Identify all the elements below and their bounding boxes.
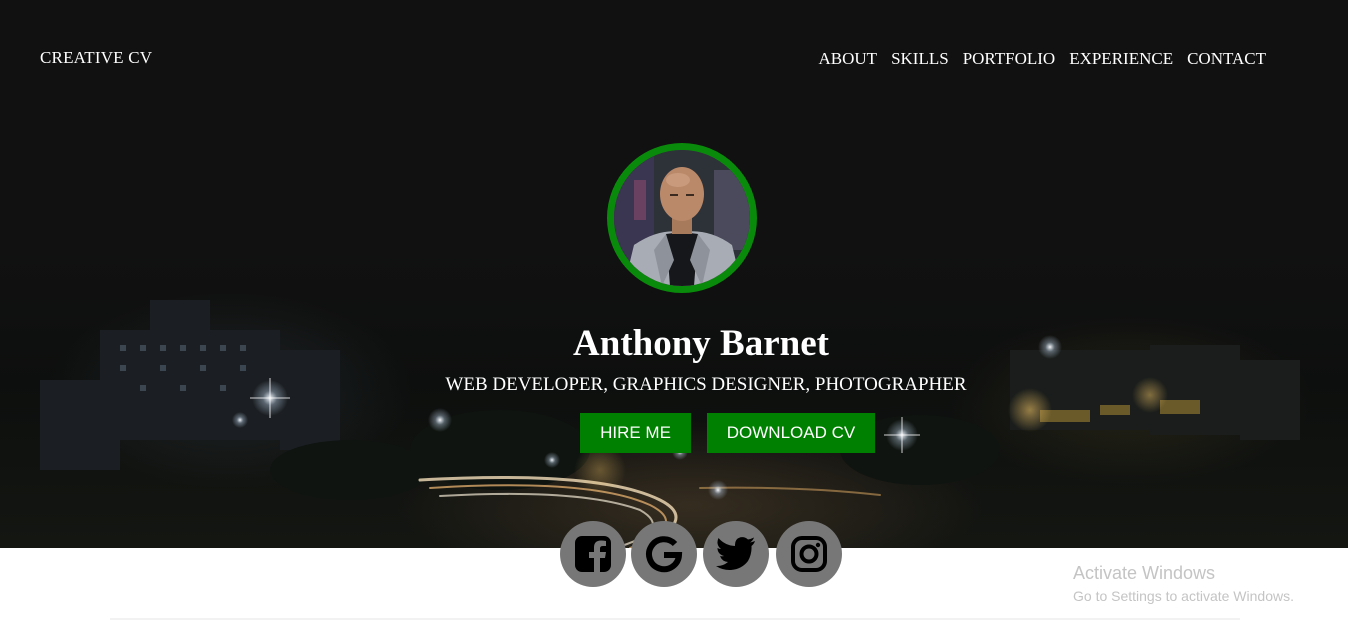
instagram-link[interactable] <box>776 521 842 587</box>
person-name: Anthony Barnet <box>573 323 829 364</box>
profile-photo <box>614 150 750 286</box>
windows-activation-title: Activate Windows <box>1073 563 1216 583</box>
download-cv-button[interactable]: DOWNLOAD CV <box>707 413 875 453</box>
main-nav: ABOUT SKILLS PORTFOLIO EXPERIENCE CONTAC… <box>819 49 1267 69</box>
page: CREATIVE CV ABOUT SKILLS PORTFOLIO EXPER… <box>0 0 1348 621</box>
facebook-icon <box>575 536 611 573</box>
windows-activation-subtitle: Go to Settings to activate Windows. <box>1073 588 1294 604</box>
nav-item-skills[interactable]: SKILLS <box>891 49 949 69</box>
hero-section: CREATIVE CV ABOUT SKILLS PORTFOLIO EXPER… <box>0 0 1348 548</box>
hire-me-button[interactable]: HIRE ME <box>580 413 691 453</box>
twitter-icon <box>716 537 755 571</box>
facebook-link[interactable] <box>560 521 626 587</box>
brand-logo[interactable]: CREATIVE CV <box>40 48 152 68</box>
google-link[interactable] <box>631 521 697 587</box>
nav-item-experience[interactable]: EXPERIENCE <box>1069 49 1173 69</box>
person-roles: WEB DEVELOPER, GRAPHICS DESIGNER, PHOTOG… <box>445 374 967 395</box>
section-divider <box>110 618 1240 620</box>
profile-avatar <box>607 143 757 293</box>
nav-item-portfolio[interactable]: PORTFOLIO <box>963 49 1056 69</box>
instagram-icon <box>791 536 827 572</box>
nav-item-about[interactable]: ABOUT <box>819 49 878 69</box>
twitter-link[interactable] <box>703 521 769 587</box>
nav-item-contact[interactable]: CONTACT <box>1187 49 1266 69</box>
google-icon <box>646 536 683 573</box>
